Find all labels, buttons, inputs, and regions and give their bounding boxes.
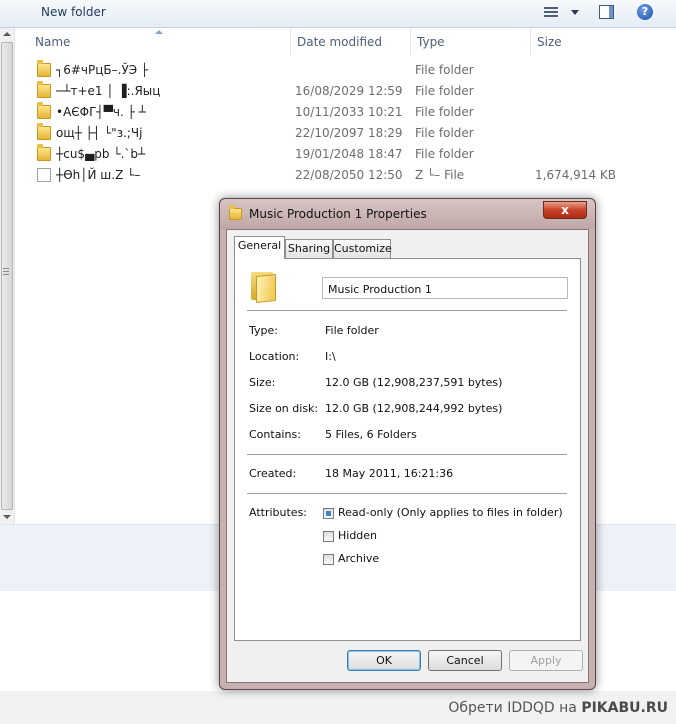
- file-name: ощ┼ ├┤ └"з.;Чj: [56, 126, 143, 140]
- file-date: 22/10/2097 18:29: [295, 126, 403, 140]
- divider: [247, 454, 567, 455]
- divider: [247, 310, 567, 311]
- file-icon: [37, 168, 51, 182]
- type-value: File folder: [325, 324, 379, 337]
- file-name: •AЄΦГ┤▀ч. ├ ┴: [56, 105, 146, 119]
- created-label: Created:: [249, 467, 297, 480]
- view-list-icon: [544, 7, 558, 19]
- folder-icon: [37, 102, 51, 119]
- folder-name-field[interactable]: [322, 277, 568, 299]
- file-type: File folder: [415, 63, 474, 77]
- watermark-text: Обрети IDDQD на: [448, 700, 577, 716]
- file-type: File folder: [415, 105, 474, 119]
- attributes-label: Attributes:: [249, 506, 308, 519]
- size-on-disk-value: 12.0 GB (12,908,244,992 bytes): [325, 402, 503, 415]
- ok-button[interactable]: OK: [347, 650, 421, 671]
- divider: [247, 493, 567, 494]
- scrollbar-thumb[interactable]: [1, 42, 13, 510]
- file-date: 22/08/2050 12:50: [295, 168, 403, 182]
- contains-value: 5 Files, 6 Folders: [325, 428, 417, 441]
- watermark-site: PIKABU.RU: [581, 700, 668, 716]
- tab-general[interactable]: General: [234, 236, 285, 259]
- archive-checkbox[interactable]: [323, 554, 334, 565]
- navigation-scrollbar[interactable]: [0, 28, 15, 524]
- dialog-title: Music Production 1 Properties: [249, 207, 427, 221]
- read-only-checkbox[interactable]: [323, 508, 334, 519]
- chevron-down-icon: [571, 10, 579, 15]
- archive-label[interactable]: Archive: [338, 552, 379, 565]
- tab-sharing[interactable]: Sharing: [285, 239, 333, 258]
- file-type: Z └– File: [415, 168, 465, 182]
- new-folder-button[interactable]: New folder: [41, 5, 106, 19]
- list-item[interactable]: ┐6#чРцБ–.ЎЭ ├ File folder: [34, 60, 634, 81]
- folder-icon: [37, 144, 51, 161]
- preview-pane-icon[interactable]: [599, 5, 614, 19]
- dialog-body: General Sharing Customize Type: File fol…: [226, 229, 589, 683]
- file-type: File folder: [415, 126, 474, 140]
- file-type: File folder: [415, 147, 474, 161]
- scroll-up-icon[interactable]: [3, 32, 11, 36]
- file-name: ┼cu$▄pb └.`b┴: [56, 147, 146, 161]
- dialog-titlebar[interactable]: Music Production 1 Properties x: [220, 199, 595, 229]
- folder-icon: [229, 205, 242, 220]
- read-only-label[interactable]: Read-only (Only applies to files in fold…: [338, 506, 563, 519]
- column-header-type[interactable]: Type: [411, 28, 531, 56]
- hidden-checkbox[interactable]: [323, 531, 334, 542]
- file-size: 1,674,914 KB: [535, 168, 616, 182]
- file-name: ─┴т+е1 │ ▐:.Яыц: [56, 84, 161, 98]
- watermark: Обрети IDDQD на PIKABU.RU: [448, 700, 668, 716]
- list-item[interactable]: ощ┼ ├┤ └"з.;Чj 22/10/2097 18:29 File fol…: [34, 123, 634, 144]
- type-label: Type:: [249, 324, 278, 337]
- file-name: ┐6#чРцБ–.ЎЭ ├: [56, 63, 149, 77]
- properties-dialog: Music Production 1 Properties x General …: [219, 198, 596, 690]
- close-button[interactable]: x: [543, 201, 587, 219]
- cancel-button[interactable]: Cancel: [428, 650, 502, 671]
- size-label: Size:: [249, 376, 276, 389]
- apply-button[interactable]: Apply: [509, 650, 583, 671]
- column-header-date-modified[interactable]: Date modified: [291, 28, 411, 56]
- list-item[interactable]: ┼cu$▄pb └.`b┴ 19/01/2048 18:47 File fold…: [34, 144, 634, 165]
- file-date: 10/11/2033 10:21: [295, 105, 403, 119]
- folder-icon: [37, 123, 51, 140]
- file-date: 19/01/2048 18:47: [295, 147, 403, 161]
- views-button[interactable]: [544, 5, 580, 21]
- size-on-disk-label: Size on disk:: [249, 402, 319, 415]
- folder-icon: [37, 60, 51, 77]
- list-item[interactable]: ┼Ѳh│Й ш.Z └– 22/08/2050 12:50 Z └– File …: [34, 165, 634, 186]
- hidden-label[interactable]: Hidden: [338, 529, 377, 542]
- contains-label: Contains:: [249, 428, 301, 441]
- folder-large-icon: [251, 272, 277, 304]
- sort-ascending-icon: [155, 30, 163, 34]
- explorer-toolbar: New folder ?: [0, 0, 676, 28]
- file-type: File folder: [415, 84, 474, 98]
- scrollbar-grip-icon: [3, 268, 9, 275]
- help-icon[interactable]: ?: [637, 4, 653, 20]
- file-name: ┼Ѳh│Й ш.Z └–: [56, 168, 141, 182]
- list-item[interactable]: •AЄΦГ┤▀ч. ├ ┴ 10/11/2033 10:21 File fold…: [34, 102, 634, 123]
- folder-icon: [37, 81, 51, 98]
- location-label: Location:: [249, 350, 300, 363]
- location-value: I:\: [325, 350, 336, 363]
- created-value: 18 May 2011, 16:21:36: [325, 467, 454, 480]
- scroll-down-icon[interactable]: [3, 515, 11, 519]
- column-header-size[interactable]: Size: [531, 28, 651, 56]
- general-tab-panel: Type: File folder Location: I:\ Size: 12…: [234, 258, 581, 641]
- file-date: 16/08/2029 12:59: [295, 84, 403, 98]
- list-item[interactable]: ─┴т+е1 │ ▐:.Яыц 16/08/2029 12:59 File fo…: [34, 81, 634, 102]
- size-value: 12.0 GB (12,908,237,591 bytes): [325, 376, 503, 389]
- tab-customize[interactable]: Customize: [333, 239, 392, 258]
